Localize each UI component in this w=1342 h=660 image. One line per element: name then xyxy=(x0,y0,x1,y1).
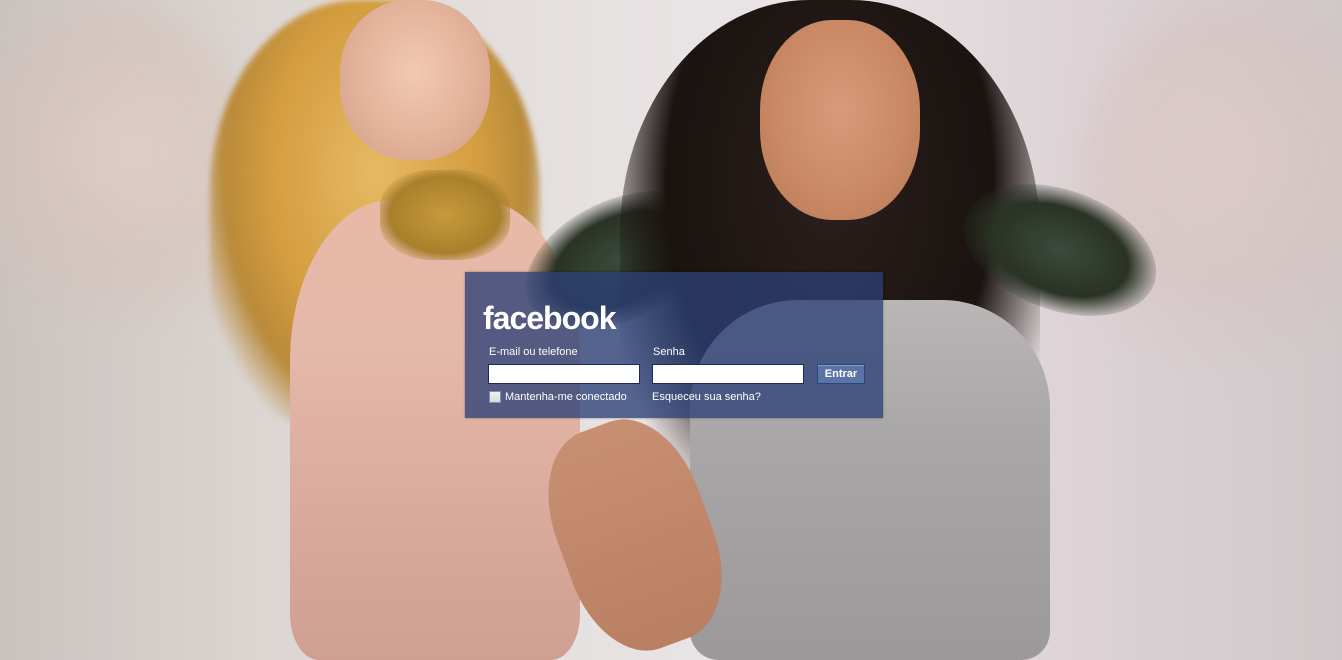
remember-me-label[interactable]: Mantenha-me conectado xyxy=(505,391,627,403)
model-left-face xyxy=(340,0,490,160)
forgot-password-link[interactable]: Esqueceu sua senha? xyxy=(652,391,761,403)
login-panel: facebook E-mail ou telefone Senha Entrar… xyxy=(465,272,883,418)
password-input[interactable] xyxy=(652,364,804,384)
password-label: Senha xyxy=(653,346,685,358)
page-background: facebook E-mail ou telefone Senha Entrar… xyxy=(0,0,1342,660)
email-input[interactable] xyxy=(488,364,640,384)
facebook-logo: facebook xyxy=(483,300,616,336)
background-photo-right-ghost xyxy=(1080,0,1342,410)
model-right-face xyxy=(760,20,920,220)
email-label: E-mail ou telefone xyxy=(489,346,578,358)
login-button[interactable]: Entrar xyxy=(817,364,865,384)
model-left-necklace xyxy=(380,170,510,260)
remember-me-row[interactable]: Mantenha-me conectado xyxy=(489,391,627,403)
remember-me-checkbox[interactable] xyxy=(489,391,501,403)
